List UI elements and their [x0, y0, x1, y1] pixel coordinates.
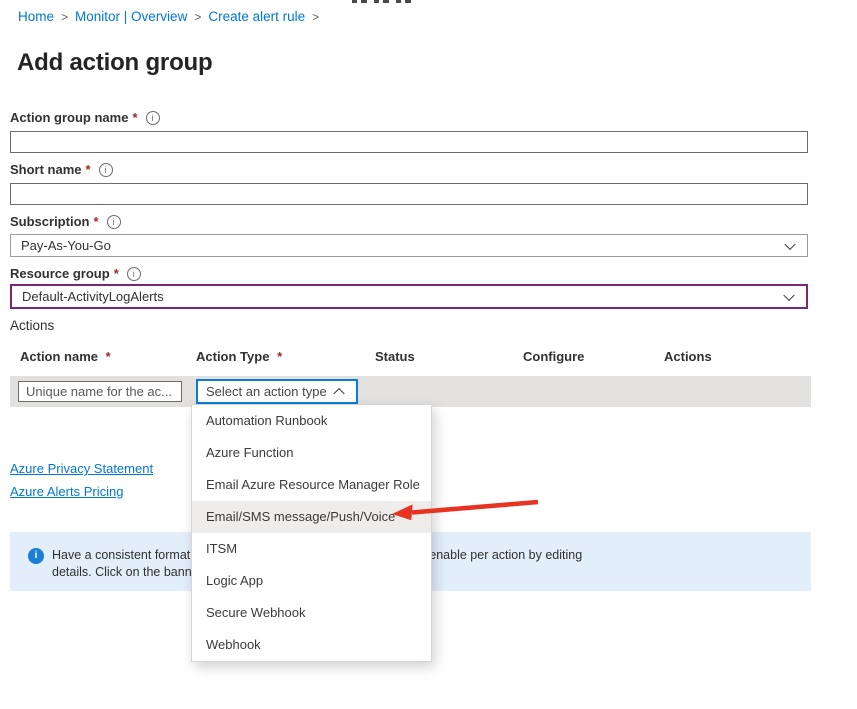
action-type-option[interactable]: Azure Function — [192, 437, 431, 469]
action-group-name-label: Action group name * i — [10, 110, 160, 125]
header-text: Action Type — [196, 349, 269, 364]
label-text: Short name — [10, 162, 82, 177]
header-text: Action name — [20, 349, 98, 364]
subscription-value: Pay-As-You-Go — [11, 235, 807, 256]
action-type-option-email-sms-push-voice[interactable]: Email/SMS message/Push/Voice — [192, 501, 431, 533]
add-action-group-page: { "breadcrumb": { "separator": ">", "ite… — [0, 0, 857, 709]
required-asterisk: * — [93, 214, 98, 229]
subscription-select[interactable]: Pay-As-You-Go — [10, 234, 808, 257]
info-filled-icon: i — [28, 548, 44, 564]
required-asterisk: * — [277, 349, 282, 364]
resource-group-value: Default-ActivityLogAlerts — [12, 286, 806, 307]
info-icon[interactable]: i — [107, 215, 121, 229]
action-type-dropdown-panel: Automation Runbook Azure Function Email … — [191, 404, 432, 662]
resource-group-label: Resource group * i — [10, 266, 141, 281]
clipped-text-fragment — [352, 0, 416, 3]
short-name-label: Short name * i — [10, 162, 113, 177]
required-asterisk: * — [132, 110, 137, 125]
column-header-status: Status — [375, 349, 415, 364]
action-type-option[interactable]: Secure Webhook — [192, 597, 431, 629]
action-type-option[interactable]: Automation Runbook — [192, 405, 431, 437]
breadcrumb-separator: > — [312, 10, 319, 24]
label-text: Action group name — [10, 110, 128, 125]
column-header-actions: Actions — [664, 349, 712, 364]
required-asterisk: * — [106, 349, 111, 364]
label-text: Resource group — [10, 266, 110, 281]
breadcrumb-separator: > — [194, 10, 201, 24]
info-icon[interactable]: i — [127, 267, 141, 281]
action-name-input[interactable] — [18, 381, 182, 402]
action-type-option[interactable]: Logic App — [192, 565, 431, 597]
action-type-option[interactable]: Webhook — [192, 629, 431, 661]
column-header-configure: Configure — [523, 349, 584, 364]
action-type-option[interactable]: ITSM — [192, 533, 431, 565]
column-header-action-type: Action Type * — [196, 349, 282, 364]
azure-privacy-statement-link[interactable]: Azure Privacy Statement — [10, 461, 153, 476]
action-type-select[interactable]: Select an action type — [196, 379, 358, 404]
actions-section-label: Actions — [10, 318, 54, 333]
breadcrumb-link-create-alert-rule[interactable]: Create alert rule — [208, 9, 305, 24]
breadcrumb-link-monitor-overview[interactable]: Monitor | Overview — [75, 9, 187, 24]
breadcrumb: Home > Monitor | Overview > Create alert rul… — [18, 9, 326, 24]
required-asterisk: * — [86, 162, 91, 177]
azure-alerts-pricing-link[interactable]: Azure Alerts Pricing — [10, 484, 123, 499]
action-group-name-input[interactable] — [10, 131, 808, 153]
info-icon[interactable]: i — [99, 163, 113, 177]
required-asterisk: * — [114, 266, 119, 281]
breadcrumb-separator: > — [61, 10, 68, 24]
breadcrumb-link-home[interactable]: Home — [18, 9, 54, 24]
column-header-action-name: Action name * — [20, 349, 111, 364]
short-name-input[interactable] — [10, 183, 808, 205]
subscription-label: Subscription * i — [10, 214, 121, 229]
page-title: Add action group — [17, 49, 212, 77]
resource-group-select[interactable]: Default-ActivityLogAlerts — [10, 284, 808, 309]
label-text: Subscription — [10, 214, 89, 229]
action-type-value: Select an action type — [198, 381, 356, 402]
action-type-option[interactable]: Email Azure Resource Manager Role — [192, 469, 431, 501]
info-icon[interactable]: i — [146, 111, 160, 125]
